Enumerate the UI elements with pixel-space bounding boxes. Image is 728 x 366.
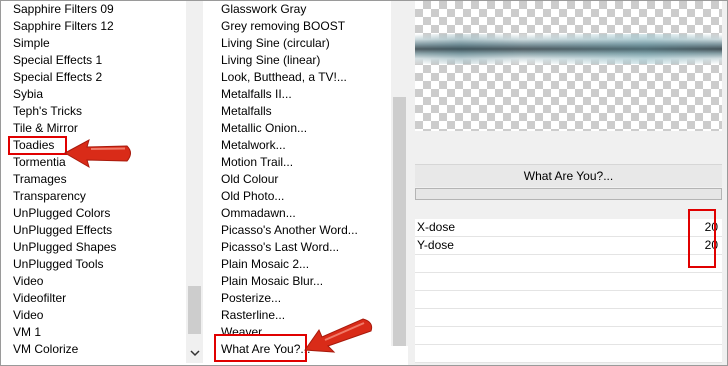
param-row-y-dose[interactable]: Y-dose 20 <box>415 237 722 255</box>
filter-scrollbar[interactable] <box>391 1 408 346</box>
filter-item[interactable]: Metalfalls II... <box>219 86 391 103</box>
param-label: Y-dose <box>417 238 454 252</box>
filter-item[interactable]: Ommadawn... <box>219 205 391 222</box>
filter-item[interactable]: Picasso's Last Word... <box>219 239 391 256</box>
category-item[interactable]: Special Effects 1 <box>11 52 186 69</box>
category-item[interactable]: VM 1 <box>11 324 186 341</box>
category-item[interactable]: VM Colorize <box>11 341 186 358</box>
filter-item[interactable]: Old Photo... <box>219 188 391 205</box>
filter-item[interactable]: Living Sine (circular) <box>219 35 391 52</box>
category-list[interactable]: Sapphire Filters 09 Sapphire Filters 12 … <box>11 1 186 358</box>
category-scroll-down-button[interactable] <box>186 345 203 362</box>
param-row-x-dose[interactable]: X-dose 20 <box>415 219 722 237</box>
preview-metal-shine <box>415 34 722 64</box>
chevron-down-icon <box>189 350 200 357</box>
category-scroll-thumb[interactable] <box>188 286 201 334</box>
category-item[interactable]: Tramages <box>11 171 186 188</box>
category-item[interactable]: Videofilter <box>11 290 186 307</box>
arrow-pointer-icon <box>304 318 373 353</box>
filter-settings-pane: What Are You?... X-dose 20 Y-dose 20 <box>408 1 727 365</box>
category-item[interactable]: Sapphire Filters 09 <box>11 1 186 18</box>
filter-scroll-thumb[interactable] <box>393 97 406 346</box>
category-scrollbar[interactable] <box>186 1 203 363</box>
filter-item[interactable]: Plain Mosaic Blur... <box>219 273 391 290</box>
param-row-empty <box>415 327 722 345</box>
param-values-highlight-box <box>688 209 716 268</box>
filter-item[interactable]: Picasso's Another Word... <box>219 222 391 239</box>
parameter-table: X-dose 20 Y-dose 20 <box>415 219 722 363</box>
category-item[interactable]: UnPlugged Effects <box>11 222 186 239</box>
category-item[interactable]: Special Effects 2 <box>11 69 186 86</box>
category-item[interactable]: UnPlugged Colors <box>11 205 186 222</box>
filter-item[interactable]: Motion Trail... <box>219 154 391 171</box>
filter-item[interactable]: Glasswork Gray <box>219 1 391 18</box>
param-row-empty <box>415 255 722 273</box>
filter-item[interactable]: Plain Mosaic 2... <box>219 256 391 273</box>
category-highlight-box <box>8 136 67 155</box>
filter-item[interactable]: Look, Butthead, a TV!... <box>219 69 391 86</box>
category-item[interactable]: Sapphire Filters 12 <box>11 18 186 35</box>
filter-item[interactable]: Living Sine (linear) <box>219 52 391 69</box>
category-item[interactable]: Video <box>11 307 186 324</box>
category-item[interactable]: Simple <box>11 35 186 52</box>
param-row-empty <box>415 273 722 291</box>
category-item[interactable]: Transparency <box>11 188 186 205</box>
param-label: X-dose <box>417 220 456 234</box>
category-item[interactable]: Tile & Mirror <box>11 120 186 137</box>
category-item[interactable]: UnPlugged Tools <box>11 256 186 273</box>
filter-list[interactable]: Glasswork Gray Grey removing BOOST Livin… <box>219 1 391 358</box>
filter-item[interactable]: Grey removing BOOST <box>219 18 391 35</box>
filter-highlight-box <box>214 334 307 362</box>
category-item[interactable]: UnPlugged Shapes <box>11 239 186 256</box>
filter-item[interactable]: Old Colour <box>219 171 391 188</box>
param-row-empty <box>415 345 722 363</box>
filter-item[interactable]: Metalwork... <box>219 137 391 154</box>
category-item[interactable]: Sybia <box>11 86 186 103</box>
filter-item[interactable]: Metalfalls <box>219 103 391 120</box>
category-item[interactable]: Teph's Tricks <box>11 103 186 120</box>
filter-item[interactable]: Metallic Onion... <box>219 120 391 137</box>
preview-image <box>415 1 722 131</box>
param-row-empty <box>415 309 722 327</box>
progress-bar <box>415 188 722 200</box>
category-item[interactable]: Video <box>11 273 186 290</box>
filter-item[interactable]: Posterize... <box>219 290 391 307</box>
window-frame: Sapphire Filters 09 Sapphire Filters 12 … <box>0 0 728 366</box>
param-row-empty <box>415 291 722 309</box>
filter-title: What Are You?... <box>415 164 722 187</box>
arrow-pointer-icon <box>63 138 131 169</box>
